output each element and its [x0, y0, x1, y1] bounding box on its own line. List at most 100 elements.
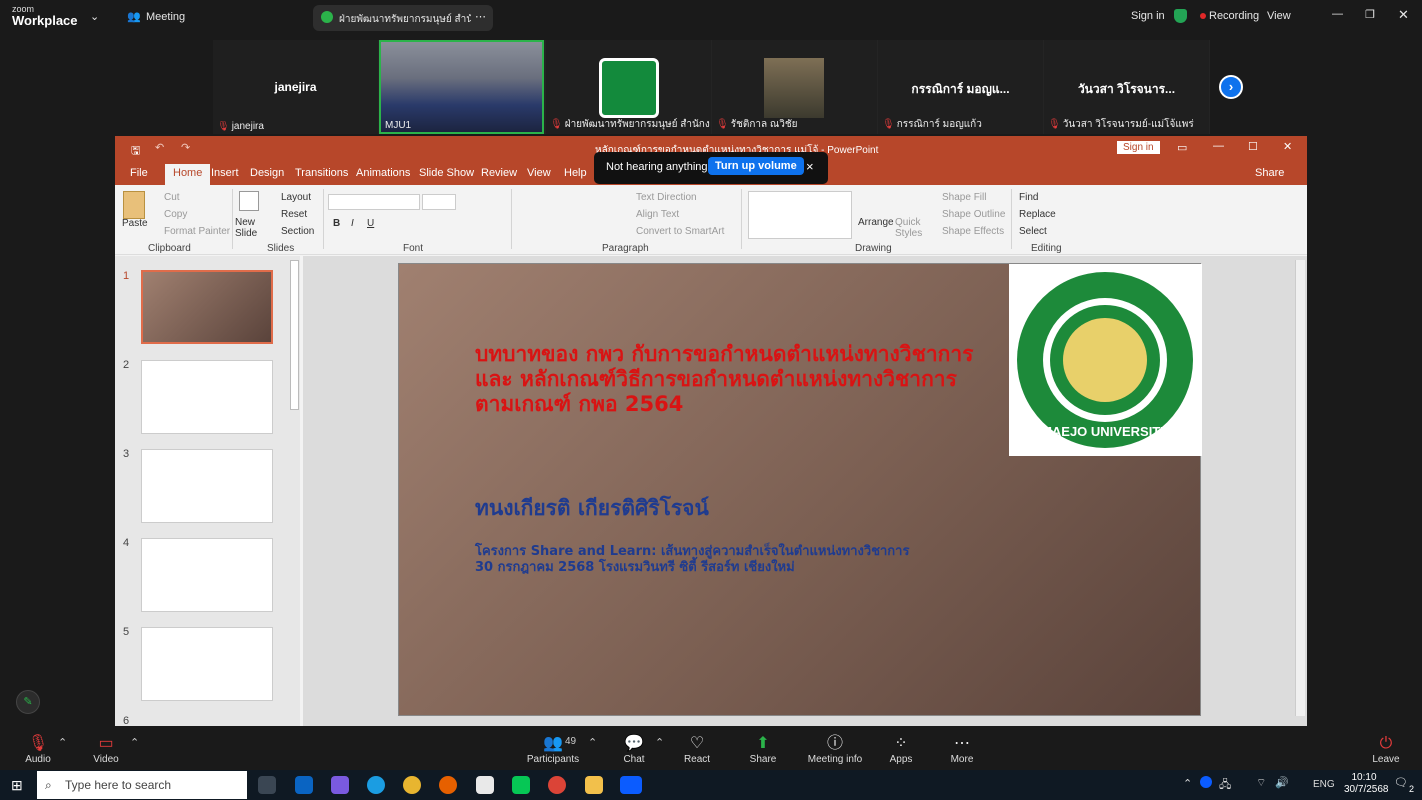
ppt-minimize-icon[interactable]: —	[1213, 140, 1224, 152]
participant-tile[interactable]: 🎙ฝ่ายพัฒนาทรัพยากรมนุษย์ สำนักงาน...	[546, 40, 711, 134]
chrome-icon[interactable]	[403, 776, 421, 794]
ppt-maximize-icon[interactable]: ☐	[1248, 140, 1258, 153]
ppt-sign-in-button[interactable]: Sign in	[1117, 141, 1160, 154]
tray-volume-icon[interactable]: 🔊	[1275, 776, 1289, 789]
layout-button[interactable]: Layout	[281, 192, 311, 203]
thumb-scrollbar[interactable]	[290, 260, 299, 410]
shapes-gallery[interactable]	[748, 191, 852, 239]
minimize-icon[interactable]: —	[1332, 8, 1343, 20]
recording-label[interactable]: Recording	[1209, 10, 1259, 22]
turn-up-volume-button[interactable]: Turn up volume	[708, 157, 804, 175]
tab-insert[interactable]: Insert	[211, 167, 239, 179]
meeting-info-button[interactable]: ⓘ Meeting info	[805, 734, 865, 765]
gallery-next-button[interactable]: ›	[1219, 75, 1243, 99]
firefox-icon[interactable]	[439, 776, 457, 794]
line-icon[interactable]	[512, 776, 530, 794]
select-button[interactable]: Select	[1019, 226, 1047, 237]
copilot-icon[interactable]	[331, 776, 349, 794]
chat-options-icon[interactable]: ⌃	[655, 736, 664, 749]
security-shield-icon[interactable]	[1174, 9, 1187, 23]
video-button[interactable]: ▭ Video	[76, 734, 136, 765]
text-direction-button[interactable]: Text Direction	[636, 192, 697, 203]
ppt-share-button[interactable]: Share	[1255, 167, 1284, 179]
convert-smartart-button[interactable]: Convert to SmartArt	[636, 226, 724, 237]
shape-effects-button[interactable]: Shape Effects	[942, 226, 1004, 237]
more-options-icon[interactable]: ⋯	[475, 10, 486, 23]
slide-thumbnail[interactable]	[141, 270, 273, 344]
tab-design[interactable]: Design	[250, 167, 284, 179]
restore-icon[interactable]: ❐	[1365, 8, 1375, 21]
replace-button[interactable]: Replace	[1019, 209, 1056, 220]
task-view-icon[interactable]	[258, 776, 276, 794]
screen-share-pill[interactable]: ฝ่ายพัฒนาทรัพยากรมนุษย์ สำนักงานแม ⋯	[313, 5, 493, 31]
view-menu[interactable]: View	[1267, 10, 1291, 22]
tray-network-icon[interactable]: 🖧	[1219, 776, 1231, 795]
slide-thumbnail[interactable]	[141, 627, 273, 701]
participant-tile[interactable]: 🎙 รัชติกาล ณวิชัย	[712, 40, 877, 134]
participants-options-icon[interactable]: ⌃	[588, 736, 597, 749]
shape-fill-button[interactable]: Shape Fill	[942, 192, 986, 203]
tray-clock[interactable]: 10:10 30/7/2568	[1344, 772, 1389, 796]
participant-tile[interactable]: วันวสา วิโรจนาร... 🎙 วันวสา วิโรจนารมย์-แ…	[1044, 40, 1209, 134]
ppt-close-icon[interactable]: ✕	[1283, 140, 1292, 153]
save-icon[interactable]: 🖫	[131, 142, 140, 161]
redo-icon[interactable]: ↷	[181, 141, 190, 154]
copy-button[interactable]: Copy	[164, 209, 187, 220]
current-slide[interactable]: บทบาทของ กพว กับการขอกำหนดตำแหน่งทางวิชา…	[398, 263, 1202, 716]
chrome-profile-icon[interactable]	[548, 776, 566, 794]
new-slide-button[interactable]: New Slide	[235, 217, 265, 239]
chevron-down-icon[interactable]: ⌄	[90, 10, 99, 23]
outlook-icon[interactable]	[295, 776, 313, 794]
zoom-taskbar-icon[interactable]	[620, 776, 642, 794]
taskbar-search-box[interactable]: ⌕ Type here to search	[37, 771, 247, 799]
react-button[interactable]: ♡ React	[667, 734, 727, 765]
tab-review[interactable]: Review	[481, 167, 517, 179]
cut-button[interactable]: Cut	[164, 192, 180, 203]
close-icon[interactable]: ✕	[1398, 7, 1409, 23]
shape-outline-button[interactable]: Shape Outline	[942, 209, 1005, 220]
toast-close-icon[interactable]: ×	[806, 159, 814, 174]
tab-file[interactable]: File	[130, 167, 148, 179]
participant-tile[interactable]: janejira 🎙 janejira	[213, 40, 378, 134]
quick-styles-button[interactable]: Quick Styles	[895, 217, 923, 239]
windows-start-icon[interactable]: ⊞	[11, 777, 23, 794]
more-button[interactable]: ⋯ More	[932, 734, 992, 765]
apps-button[interactable]: ⁘ Apps	[871, 734, 931, 765]
font-size-field[interactable]	[422, 194, 456, 210]
new-slide-icon[interactable]	[239, 191, 259, 211]
tab-transitions[interactable]: Transitions	[295, 167, 348, 179]
reset-button[interactable]: Reset	[281, 209, 307, 220]
file-explorer-icon[interactable]	[585, 776, 603, 794]
underline-icon[interactable]: U	[367, 218, 374, 229]
find-button[interactable]: Find	[1019, 192, 1038, 203]
leave-button[interactable]: ⏻ Leave	[1356, 734, 1416, 765]
tab-home[interactable]: Home	[165, 164, 211, 185]
tray-wifi-icon[interactable]: ⌔	[1256, 776, 1266, 790]
meeting-label[interactable]: Meeting	[146, 11, 185, 23]
edge-icon[interactable]	[367, 776, 385, 794]
undo-icon[interactable]: ↶	[155, 141, 164, 154]
paste-button[interactable]: Paste	[122, 218, 148, 229]
tray-zoom-icon[interactable]	[1200, 776, 1212, 788]
annotate-icon[interactable]: ✎	[16, 690, 40, 714]
align-text-button[interactable]: Align Text	[636, 209, 679, 220]
tab-animations[interactable]: Animations	[356, 167, 410, 179]
slide-scrollbar[interactable]	[1295, 260, 1305, 716]
slide-thumbnail[interactable]	[141, 538, 273, 612]
arrange-button[interactable]: Arrange	[858, 217, 894, 228]
ribbon-display-icon[interactable]: ▭	[1177, 141, 1187, 154]
store-icon[interactable]	[476, 776, 494, 794]
audio-options-icon[interactable]: ⌃	[58, 736, 67, 749]
format-painter-button[interactable]: Format Painter	[164, 226, 230, 237]
section-button[interactable]: Section	[281, 226, 314, 237]
notification-icon[interactable]: 🗨	[1394, 776, 1408, 789]
italic-icon[interactable]: I	[351, 218, 354, 229]
share-button[interactable]: ⬆ Share	[733, 734, 793, 765]
tab-help[interactable]: Help	[564, 167, 587, 179]
tray-expand-icon[interactable]: ⌃	[1183, 777, 1192, 790]
video-options-icon[interactable]: ⌃	[130, 736, 139, 749]
tab-view[interactable]: View	[527, 167, 551, 179]
tab-slide-show[interactable]: Slide Show	[419, 167, 474, 179]
sign-in-link[interactable]: Sign in	[1131, 10, 1165, 22]
participant-tile[interactable]: กรรณิการ์ มอญแ... 🎙 กรรณิการ์ มอญแก้ว	[878, 40, 1043, 134]
